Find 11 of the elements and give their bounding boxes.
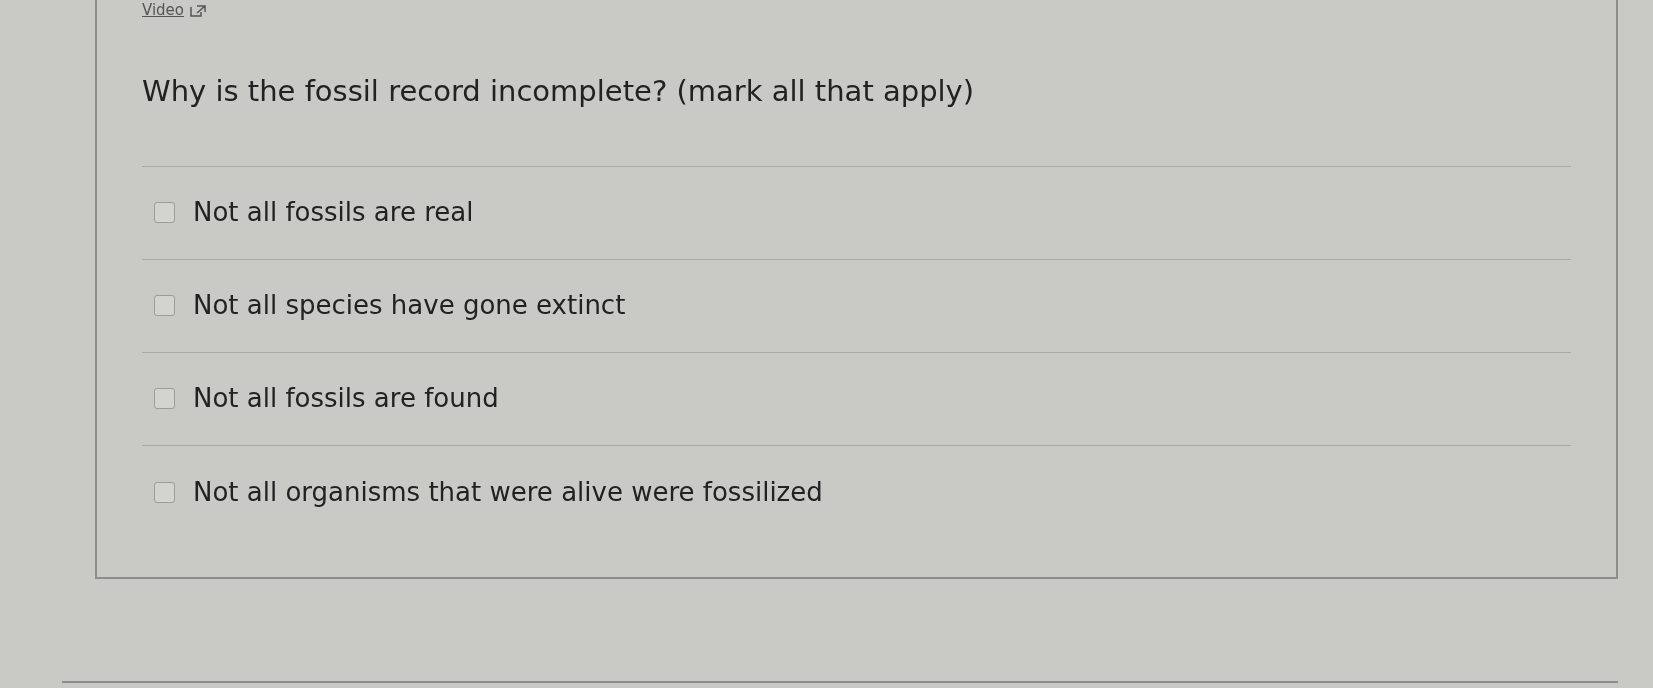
checkbox[interactable] xyxy=(154,481,175,503)
option-label: Not all species have gone extinct xyxy=(193,289,626,322)
checkbox[interactable] xyxy=(154,388,175,409)
question-text: Why is the fossil record incomplete? (mark all that apply) xyxy=(142,70,1571,167)
video-link[interactable]: Video xyxy=(142,3,207,18)
checkbox[interactable] xyxy=(154,295,175,316)
option-label: Not all organisms that were alive were fossilized xyxy=(193,475,823,509)
option-label: Not all fossils are found xyxy=(193,382,499,415)
external-link-icon xyxy=(190,4,207,17)
option-label: Not all fossils are real xyxy=(193,196,474,229)
checkbox[interactable] xyxy=(154,202,175,223)
